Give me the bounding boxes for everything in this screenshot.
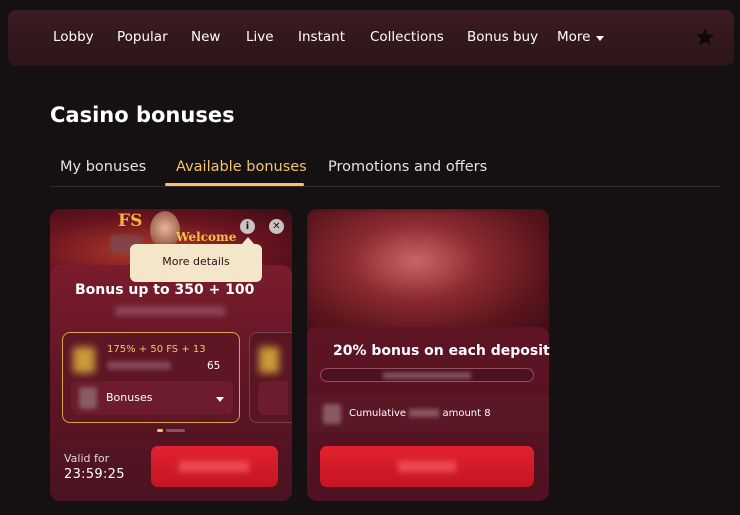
bonus-offer-option-selected[interactable]: 175% + 50 FS + 13 65 Bonuses [62, 332, 240, 423]
offer-dropdown-partial [258, 381, 288, 415]
nav-popular[interactable]: Popular [117, 29, 168, 45]
close-icon[interactable]: ✕ [269, 219, 284, 234]
star-icon[interactable] [694, 26, 716, 48]
cumulative-text: Cumulative amount 8 [349, 408, 491, 419]
button-label-redacted [179, 461, 249, 472]
pagination-dot-active[interactable] [157, 429, 163, 432]
valid-for-timer: 23:59:25 [64, 467, 125, 482]
banner-welcome-text: Welcome [176, 230, 237, 244]
dropdown-label: Bonuses [106, 391, 153, 404]
cumulative-icon [323, 404, 341, 424]
claim-bonus-button[interactable] [151, 446, 278, 487]
offer-description: 175% + 50 FS + 13 [107, 344, 206, 355]
nav-lobby[interactable]: Lobby [53, 29, 94, 45]
nav-more-dropdown[interactable]: More [557, 29, 605, 45]
deposit-banner-image [307, 209, 549, 339]
bonus-type-dropdown[interactable]: Bonuses [71, 381, 233, 415]
chevron-down-icon [596, 35, 605, 41]
nav-collections[interactable]: Collections [370, 29, 444, 45]
bonus-offer-option-next[interactable] [249, 332, 292, 423]
activate-bonus-button[interactable] [320, 446, 534, 487]
nav-live[interactable]: Live [246, 29, 274, 45]
nav-new[interactable]: New [191, 29, 220, 45]
valid-for-label: Valid for [64, 452, 110, 465]
offer-thumbnail [259, 347, 279, 373]
deposit-progress-bar [320, 368, 534, 382]
top-navigation: Lobby Popular New Live Instant Collectio… [8, 10, 734, 66]
deposit-bonus-title: 20% bonus on each deposit [333, 343, 550, 359]
tab-available-bonuses[interactable]: Available bonuses [176, 159, 307, 175]
cumulative-amount-row: Cumulative amount 8 [307, 396, 549, 432]
progress-text-redacted [383, 372, 471, 379]
banner-fs-text: FS [118, 211, 143, 231]
button-label-redacted [398, 461, 456, 472]
active-tab-indicator [165, 183, 304, 186]
bonus-title: Bonus up to 350 + 100 [75, 282, 255, 298]
nav-bonus-buy[interactable]: Bonus buy [467, 29, 538, 45]
offer-detail-redacted [107, 361, 171, 370]
pagination-dot[interactable] [166, 429, 185, 432]
nav-more-label: More [557, 29, 591, 45]
offer-thumbnail [73, 347, 95, 373]
tab-my-bonuses[interactable]: My bonuses [60, 159, 146, 175]
chevron-down-icon [216, 397, 224, 402]
info-icon[interactable]: i [240, 219, 255, 234]
bonus-subtitle-redacted [115, 306, 225, 316]
carousel-pagination [157, 429, 185, 432]
nav-instant[interactable]: Instant [298, 29, 345, 45]
page-title: Casino bonuses [50, 103, 235, 127]
offer-value: 65 [207, 360, 221, 372]
dropdown-thumbnail [79, 387, 97, 409]
cumulative-redacted [409, 409, 440, 417]
bonus-tabs: My bonuses Available bonuses Promotions … [50, 157, 720, 187]
more-details-tooltip: More details [130, 237, 262, 282]
tooltip-arrow [241, 237, 255, 245]
tooltip-text[interactable]: More details [130, 255, 262, 268]
tab-promotions-and-offers[interactable]: Promotions and offers [328, 159, 487, 175]
